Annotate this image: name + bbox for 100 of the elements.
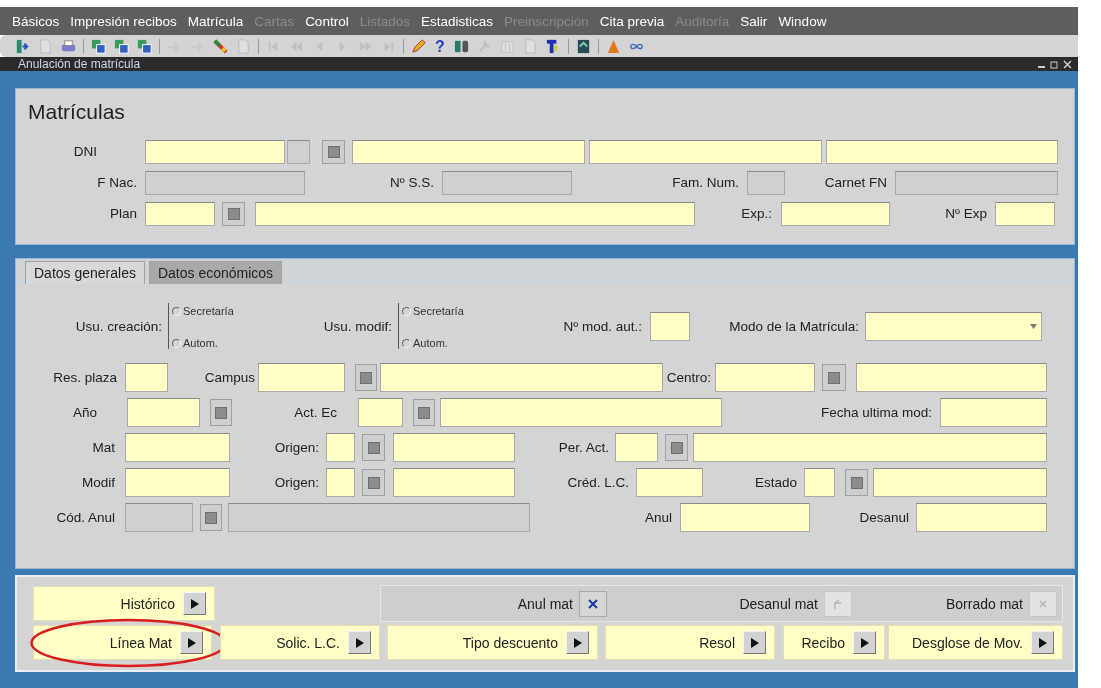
text-field[interactable]	[715, 363, 815, 392]
arrow-button[interactable]	[743, 631, 766, 654]
triangle-icon	[573, 637, 582, 648]
menu-item[interactable]: Matrícula	[187, 13, 244, 29]
square-icon	[227, 207, 240, 220]
radio-button[interactable]: Autom.	[172, 337, 218, 349]
field-label: DNI	[72, 144, 98, 159]
menu-item[interactable]: Control	[305, 13, 349, 29]
text-field[interactable]	[636, 468, 703, 497]
restore-icon[interactable]	[1050, 59, 1059, 69]
menu-item[interactable]: Básicos	[12, 13, 60, 29]
copy-icon[interactable]	[90, 37, 107, 55]
text-field[interactable]	[693, 433, 1047, 462]
text-field[interactable]	[589, 139, 822, 164]
field-label: Campus	[203, 370, 256, 385]
tab[interactable]: Datos generales	[25, 261, 145, 284]
arrow-button[interactable]	[1031, 631, 1054, 654]
nav-label: Histórico	[120, 595, 175, 612]
field-label: Créd. L.C.	[566, 475, 630, 490]
text-field[interactable]	[680, 503, 810, 532]
pencil-icon[interactable]	[410, 37, 427, 55]
field-label: Nº mod. aut.:	[562, 318, 643, 334]
text-field[interactable]	[326, 433, 355, 462]
list-button[interactable]	[845, 469, 868, 496]
command-button[interactable]	[579, 590, 607, 617]
square-icon	[670, 441, 683, 454]
copy-icon[interactable]	[136, 37, 153, 55]
text-field[interactable]	[440, 398, 722, 427]
text-field[interactable]	[358, 398, 403, 427]
text-field[interactable]	[326, 468, 355, 497]
text-field[interactable]	[393, 468, 515, 497]
field-label: Usu. creación:	[74, 318, 163, 334]
text-field[interactable]	[145, 139, 285, 164]
text-field[interactable]	[781, 201, 890, 226]
square-icon	[367, 441, 380, 454]
menu-item[interactable]: Estadisticas	[420, 13, 493, 29]
text-field[interactable]	[804, 468, 835, 497]
list-button[interactable]	[413, 399, 435, 426]
field-label: Cód. Anul	[55, 510, 116, 525]
arrow-button[interactable]	[348, 631, 371, 654]
tab[interactable]: Datos económicos	[148, 261, 283, 284]
arrow-button[interactable]	[853, 631, 876, 654]
radio-button[interactable]: Secretaría	[172, 305, 234, 317]
text-field[interactable]	[826, 139, 1058, 164]
field-label: Per. Act.	[557, 440, 610, 455]
text-field[interactable]	[393, 433, 515, 462]
field-label: Act. Ec	[293, 405, 338, 420]
list-button[interactable]	[665, 434, 688, 461]
list-button[interactable]	[362, 434, 385, 461]
field-label: Modif	[81, 475, 116, 490]
text-field[interactable]	[856, 363, 1047, 392]
list-button[interactable]	[322, 139, 345, 164]
marker-icon[interactable]	[212, 37, 229, 55]
radio-button[interactable]: Secretaría	[402, 305, 464, 317]
text-field[interactable]	[380, 363, 663, 392]
text-field[interactable]	[125, 433, 230, 462]
text-field[interactable]	[873, 468, 1047, 497]
text-field[interactable]	[995, 201, 1055, 226]
field-label: Anul	[643, 510, 673, 525]
copy-icon[interactable]	[113, 37, 130, 55]
nav-label: Tipo descuento	[462, 634, 558, 651]
triangle-icon	[750, 637, 759, 648]
arrow-button[interactable]	[183, 592, 206, 615]
text-field[interactable]	[125, 468, 230, 497]
field-label: Desanul	[858, 510, 910, 525]
field-label: Nº Exp	[944, 206, 988, 221]
text-field[interactable]	[127, 398, 200, 427]
field-label: Fecha ultima mod:	[819, 405, 933, 420]
text-field[interactable]	[615, 433, 658, 462]
text-field[interactable]	[352, 139, 585, 164]
text-field[interactable]	[940, 398, 1047, 427]
help-button[interactable]: ?	[433, 37, 447, 55]
door-icon[interactable]	[14, 37, 31, 55]
dropdown-field[interactable]	[865, 311, 1042, 341]
list-button[interactable]	[210, 399, 232, 426]
triangle-icon	[1038, 637, 1047, 648]
text-field[interactable]	[258, 363, 345, 392]
command-label: Borrado mat	[945, 595, 1023, 612]
list-button[interactable]	[222, 201, 245, 226]
field-label: Fam. Num.	[671, 175, 740, 190]
list-button[interactable]	[362, 469, 385, 496]
command-label: Desanul mat	[739, 595, 818, 612]
menu-item[interactable]: Impresión recibos	[70, 13, 177, 29]
text-field[interactable]	[916, 503, 1047, 532]
arrow-button[interactable]	[566, 631, 589, 654]
field-label: Plan	[108, 206, 138, 221]
radio-button[interactable]: Autom.	[402, 337, 448, 349]
menu-item[interactable]: Salir	[740, 13, 768, 29]
text-field[interactable]	[125, 363, 168, 392]
close-icon[interactable]	[1063, 59, 1072, 69]
text-field[interactable]	[650, 311, 690, 341]
menu-item[interactable]: Cita previa	[599, 13, 665, 29]
list-button[interactable]	[822, 364, 846, 391]
menu-item[interactable]: Window	[778, 13, 827, 29]
field-label: Exp.:	[740, 206, 773, 221]
list-button[interactable]	[355, 364, 377, 391]
arrow-button[interactable]	[180, 631, 203, 654]
text-field[interactable]	[255, 201, 695, 226]
list-button[interactable]	[200, 504, 222, 531]
text-field[interactable]	[145, 201, 215, 226]
